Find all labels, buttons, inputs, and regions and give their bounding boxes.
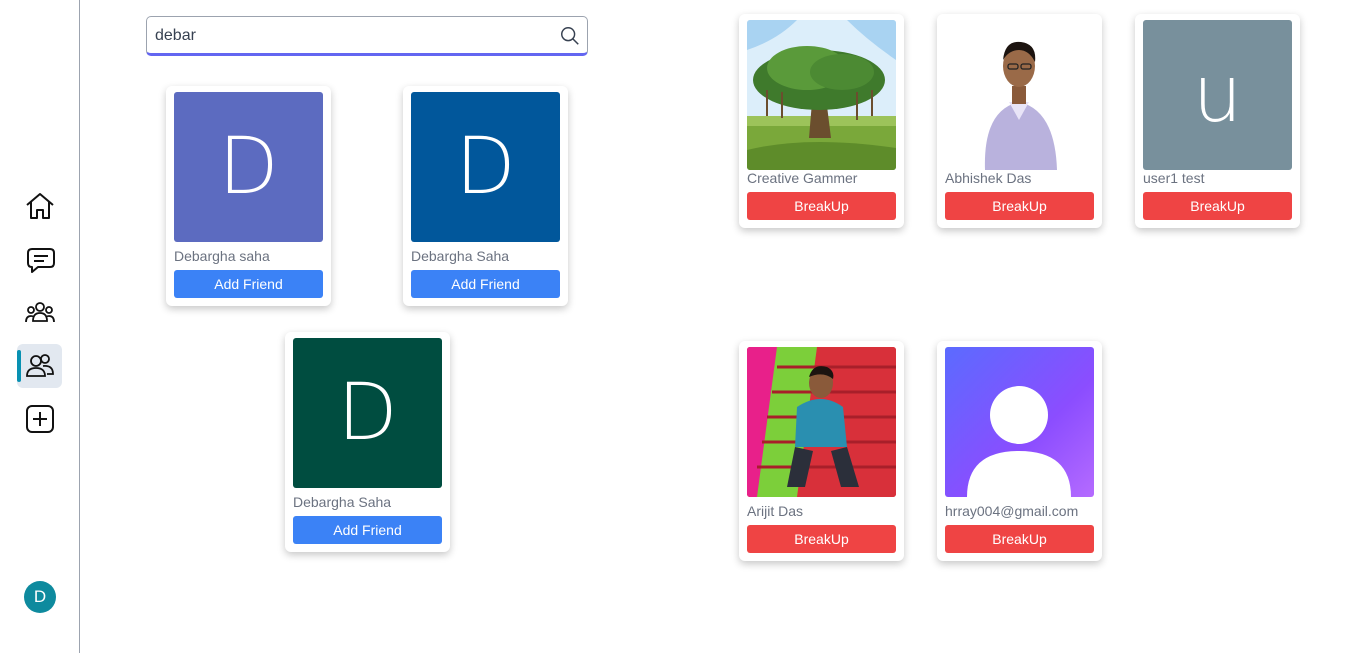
plus-square-icon xyxy=(25,405,54,433)
sidebar: D xyxy=(0,0,80,653)
profile-picture: D xyxy=(174,92,323,242)
search-icon[interactable] xyxy=(559,25,581,47)
friend-name: Abhishek Das xyxy=(945,170,1032,186)
user-name: Debargha saha xyxy=(174,248,270,264)
chat-bubbles-icon xyxy=(26,248,55,273)
nav-home[interactable] xyxy=(17,184,62,228)
friends-icon xyxy=(25,354,54,377)
default-avatar xyxy=(967,386,1071,497)
user-name: Debargha Saha xyxy=(411,248,510,264)
add-friend-button[interactable]: Add Friend xyxy=(293,516,442,544)
friend-name: Arijit Das xyxy=(747,503,804,519)
breakup-button[interactable]: BreakUp xyxy=(945,525,1094,553)
profile-picture: D xyxy=(411,92,560,242)
profile-picture xyxy=(747,20,896,170)
user-name: Debargha Saha xyxy=(293,494,392,510)
search-input[interactable] xyxy=(155,24,555,48)
friend-card: Arijit Das BreakUp xyxy=(739,341,904,561)
profile-picture xyxy=(945,20,1094,170)
profile-picture xyxy=(747,347,896,497)
profile-picture xyxy=(945,347,1094,497)
avatar-initial: D xyxy=(33,587,47,606)
friend-card: hrray004@gmail.com BreakUp xyxy=(937,341,1102,561)
nav-chats[interactable] xyxy=(17,237,62,281)
friend-card: u user1 test BreakUp xyxy=(1135,14,1300,228)
add-friend-button[interactable]: Add Friend xyxy=(174,270,323,298)
search-bar xyxy=(146,16,588,56)
profile-picture: u xyxy=(1143,20,1292,170)
add-friend-button[interactable]: Add Friend xyxy=(411,270,560,298)
tree-illustration xyxy=(747,20,896,170)
breakup-button[interactable]: BreakUp xyxy=(747,525,896,553)
friend-name: Creative Gammer xyxy=(747,170,858,186)
search-result-card: D Debargha saha Add Friend xyxy=(166,86,331,306)
search-result-card: D Debargha Saha Add Friend xyxy=(403,86,568,306)
nav-create[interactable] xyxy=(17,397,62,441)
avatar[interactable]: D xyxy=(24,581,56,613)
man-portrait xyxy=(945,20,1094,170)
friend-card: Abhishek Das BreakUp xyxy=(937,14,1102,228)
nav-friends[interactable] xyxy=(17,344,62,388)
breakup-button[interactable]: BreakUp xyxy=(945,192,1094,220)
friend-card: Creative Gammer BreakUp xyxy=(739,14,904,228)
nav-groups[interactable] xyxy=(17,291,62,335)
search-result-card: D Debargha Saha Add Friend xyxy=(285,332,450,552)
breakup-button[interactable]: BreakUp xyxy=(1143,192,1292,220)
friend-name: hrray004@gmail.com xyxy=(945,503,1079,519)
profile-picture: D xyxy=(293,338,442,488)
breakup-button[interactable]: BreakUp xyxy=(747,192,896,220)
home-icon xyxy=(25,193,54,219)
friend-name: user1 test xyxy=(1143,170,1205,186)
group-icon xyxy=(24,302,55,323)
man-on-stairs-photo xyxy=(747,347,896,497)
